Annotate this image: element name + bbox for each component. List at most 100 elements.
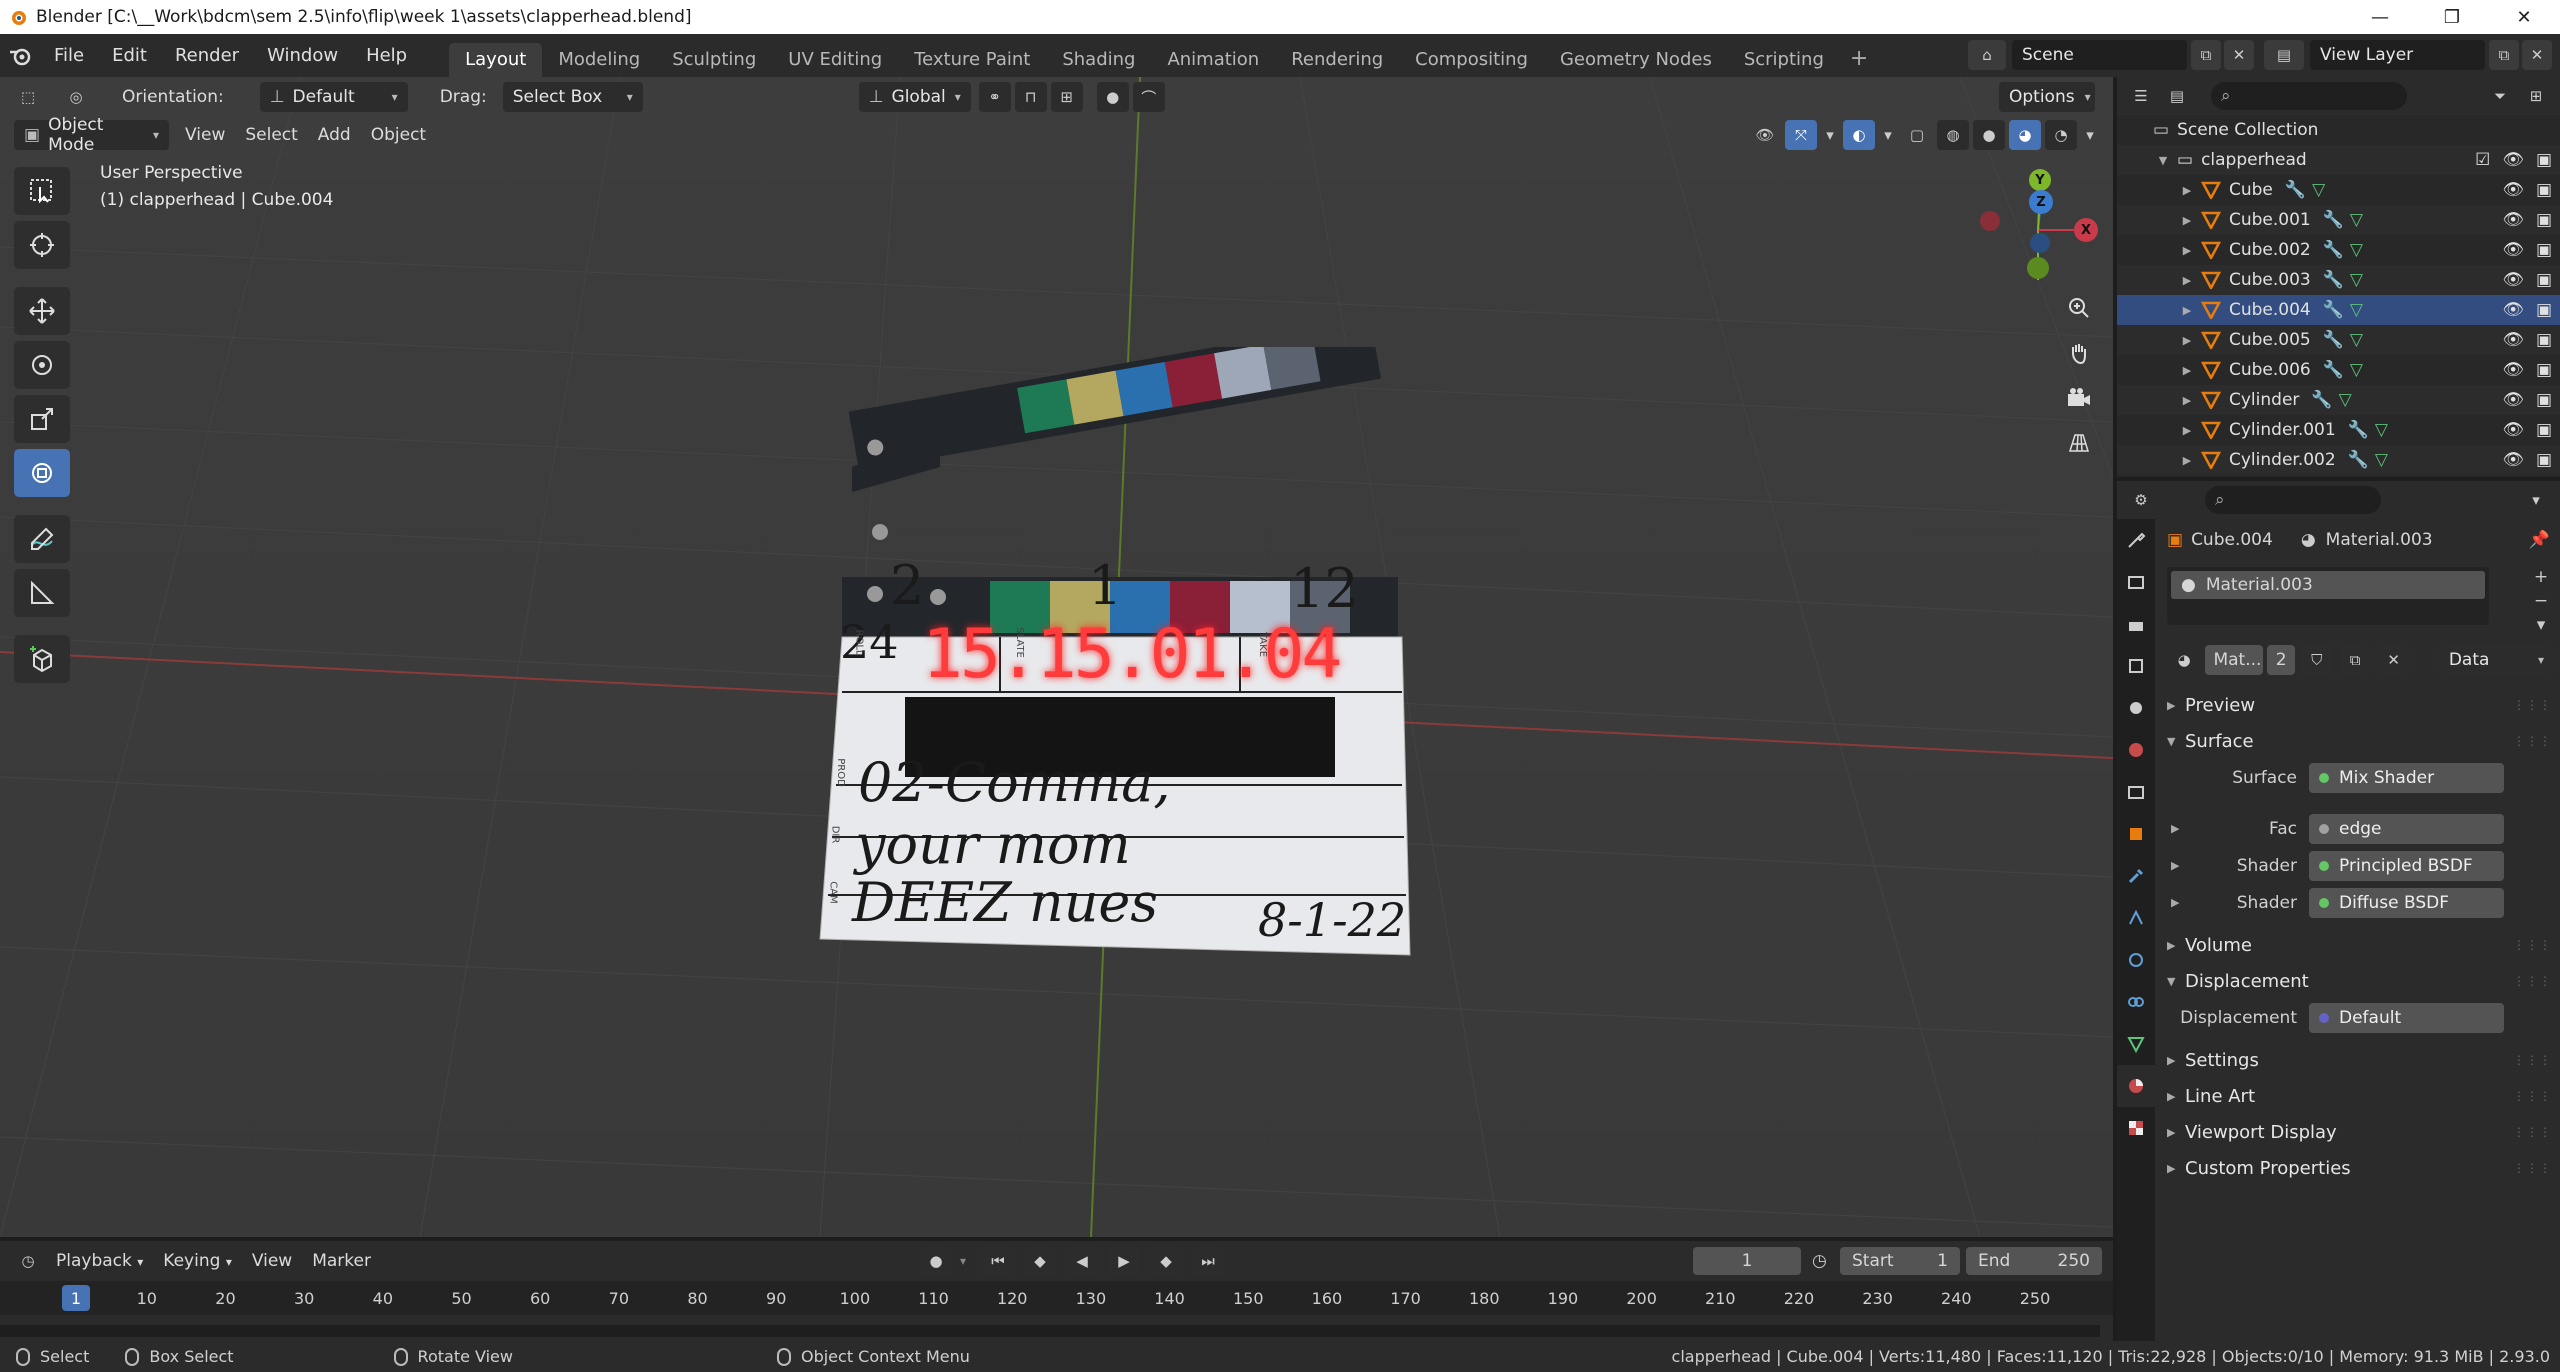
display-mode-icon[interactable]: ▤ <box>2161 81 2193 111</box>
tab-texture-paint[interactable]: Texture Paint <box>898 43 1046 77</box>
outliner-item[interactable]: ▶ Cube.001 🔧 ▽ 👁 ▣ <box>2117 205 2560 235</box>
modifier-wrench-icon[interactable]: 🔧 <box>2323 270 2344 290</box>
drag-grip-icon[interactable]: ⋮⋮⋮ <box>2513 938 2552 952</box>
modifier-wrench-icon[interactable]: 🔧 <box>2323 330 2344 350</box>
gizmo-z-axis[interactable]: Z <box>2029 190 2053 214</box>
expand-arrow-icon[interactable]: ▶ <box>2179 394 2195 407</box>
mode-dropdown[interactable]: ▣ Object Mode ▾ <box>14 115 169 155</box>
play-reverse-icon[interactable]: ◀ <box>1066 1246 1099 1276</box>
timeline-ruler[interactable]: 1 10 20 30 40 50 60 70 80 90 100 110 120 130 140 150 160… <box>0 1281 2113 1315</box>
fake-user-shield-icon[interactable]: ⛉ <box>2301 645 2332 675</box>
menu-file[interactable]: File <box>40 34 98 77</box>
modifier-wrench-icon[interactable]: 🔧 <box>2348 450 2369 470</box>
mesh-data-icon[interactable]: ▽ <box>2312 180 2325 200</box>
scene-tab-icon[interactable] <box>2117 687 2155 729</box>
outliner-item[interactable]: ▶ Cylinder 🔧 ▽ 👁 ▣ <box>2117 385 2560 415</box>
eye-icon[interactable]: 👁 <box>2502 450 2524 470</box>
expand-arrow-icon[interactable]: ▶ <box>2179 454 2195 467</box>
outliner-item[interactable]: ▶ Cylinder.001 🔧 ▽ 👁 ▣ <box>2117 415 2560 445</box>
surface-section[interactable]: ▼ Surface ⋮⋮⋮ <box>2159 723 2560 759</box>
visibility-icon[interactable]: 👁 <box>1749 120 1781 150</box>
menu-window[interactable]: Window <box>253 34 352 77</box>
measure-tool[interactable] <box>14 569 70 617</box>
keying-menu[interactable]: Keying ▾ <box>153 1251 242 1271</box>
expand-arrow-icon[interactable]: ▶ <box>2171 822 2179 835</box>
expand-arrow-icon[interactable]: ▶ <box>2179 184 2195 197</box>
snap-toggle-icon[interactable]: ⊓ <box>1014 82 1047 112</box>
tab-modeling[interactable]: Modeling <box>542 43 656 77</box>
mesh-data-icon[interactable]: ▽ <box>2375 420 2388 440</box>
timeline-view-menu[interactable]: View <box>242 1251 302 1271</box>
mesh-data-icon[interactable]: ▽ <box>2375 450 2388 470</box>
displacement-field[interactable]: Default <box>2309 1002 2504 1033</box>
camera-icon[interactable]: ▣ <box>2536 450 2552 470</box>
chevron-down-icon[interactable]: ▾ <box>1821 120 1839 150</box>
expand-arrow-icon[interactable]: ▶ <box>2171 896 2179 909</box>
expand-arrow-icon[interactable]: ▶ <box>2179 334 2195 347</box>
camera-icon[interactable]: ▣ <box>2536 390 2552 410</box>
tab-geometry-nodes[interactable]: Geometry Nodes <box>1544 43 1728 77</box>
close-button[interactable]: ✕ <box>2488 0 2560 34</box>
pivot-point-icon[interactable]: ⚭ <box>978 82 1011 112</box>
end-frame-field[interactable]: End 250 <box>1966 1247 2102 1275</box>
volume-section[interactable]: ▶ Volume ⋮⋮⋮ <box>2159 927 2560 963</box>
active-tool-icon[interactable]: ◎ <box>60 82 92 112</box>
minimize-button[interactable]: — <box>2344 0 2416 34</box>
preview-range-icon[interactable]: ◷ <box>1812 1251 1827 1271</box>
expand-arrow-icon[interactable]: ▶ <box>2179 214 2195 227</box>
add-slot-icon[interactable]: + <box>2528 567 2554 587</box>
material-slot-list[interactable]: ● Material.003 <box>2167 567 2489 625</box>
texture-tab-icon[interactable] <box>2117 1107 2155 1149</box>
scene-browse-button[interactable]: ⌂ <box>1968 40 2006 70</box>
pin-icon[interactable]: 📌 <box>2529 530 2550 550</box>
chevron-down-icon[interactable]: ▾ <box>960 1254 966 1268</box>
camera-icon[interactable]: ▣ <box>2536 270 2552 290</box>
falloff-icon[interactable]: ⌒ <box>1132 82 1165 112</box>
eye-icon[interactable]: 👁 <box>2502 420 2524 440</box>
material-preview-shading-icon[interactable]: ◕ <box>2009 120 2041 150</box>
user-count-badge[interactable]: 2 <box>2266 645 2296 675</box>
clock-editor-icon[interactable]: ◷ <box>12 1246 44 1276</box>
material-tab-icon[interactable] <box>2117 1065 2155 1107</box>
snap-target-icon[interactable]: ⊞ <box>1050 82 1083 112</box>
eye-icon[interactable]: 👁 <box>2502 390 2524 410</box>
drag-grip-icon[interactable]: ⋮⋮⋮ <box>2513 974 2552 988</box>
data-tab-icon[interactable] <box>2117 1023 2155 1065</box>
outliner-item[interactable]: ▶ Cube.002 🔧 ▽ 👁 ▣ <box>2117 235 2560 265</box>
camera-icon[interactable]: ▣ <box>2536 180 2552 200</box>
camera-icon[interactable]: ▣ <box>2536 240 2552 260</box>
drag-grip-icon[interactable]: ⋮⋮⋮ <box>2513 698 2552 712</box>
eye-icon[interactable]: 👁 <box>2502 150 2524 170</box>
editor-type-icon[interactable]: ⚙ <box>2125 485 2157 515</box>
preview-section[interactable]: ▶ Preview ⋮⋮⋮ <box>2159 687 2560 723</box>
menu-help[interactable]: Help <box>352 34 421 77</box>
start-frame-field[interactable]: Start 1 <box>1840 1247 1960 1275</box>
rotate-tool[interactable] <box>14 341 70 389</box>
mesh-data-icon[interactable]: ▽ <box>2350 210 2363 230</box>
scale-tool[interactable] <box>14 395 70 443</box>
gizmo-neg-z-axis[interactable] <box>2030 233 2050 253</box>
viewport-menu-select[interactable]: Select <box>235 125 307 145</box>
socket-field[interactable]: Principled BSDF <box>2309 850 2504 881</box>
delete-view-layer-icon[interactable]: ✕ <box>2522 40 2552 70</box>
mesh-data-icon[interactable]: ▽ <box>2350 330 2363 350</box>
tab-layout[interactable]: Layout <box>449 43 543 77</box>
add-workspace-button[interactable]: + <box>1840 46 1878 71</box>
select-box-tool[interactable] <box>14 167 70 215</box>
drag-grip-icon[interactable]: ⋮⋮⋮ <box>2513 1089 2552 1103</box>
record-icon[interactable]: ● <box>920 1246 952 1276</box>
gizmo-x-axis[interactable]: X <box>2074 218 2098 242</box>
drag-grip-icon[interactable]: ⋮⋮⋮ <box>2513 1053 2552 1067</box>
prev-keyframe-icon[interactable]: ◆ <box>1024 1246 1057 1276</box>
timeline-scrollbar[interactable] <box>0 1325 2100 1337</box>
outliner-item[interactable]: ▶ Cube.003 🔧 ▽ 👁 ▣ <box>2117 265 2560 295</box>
cursor-tool[interactable] <box>14 221 70 269</box>
modifier-wrench-icon[interactable]: 🔧 <box>2323 240 2344 260</box>
outliner-item[interactable]: ▶ Cube.004 🔧 ▽ 👁 ▣ <box>2117 295 2560 325</box>
modifier-wrench-icon[interactable]: 🔧 <box>2323 210 2344 230</box>
line-art-section[interactable]: ▶ Line Art ⋮⋮⋮ <box>2159 1078 2560 1114</box>
scene-collection-row[interactable]: ▭ Scene Collection <box>2117 115 2560 145</box>
mesh-data-icon[interactable]: ▽ <box>2350 240 2363 260</box>
eye-icon[interactable]: 👁 <box>2502 240 2524 260</box>
material-browse-icon[interactable]: ◕ <box>2169 645 2199 675</box>
